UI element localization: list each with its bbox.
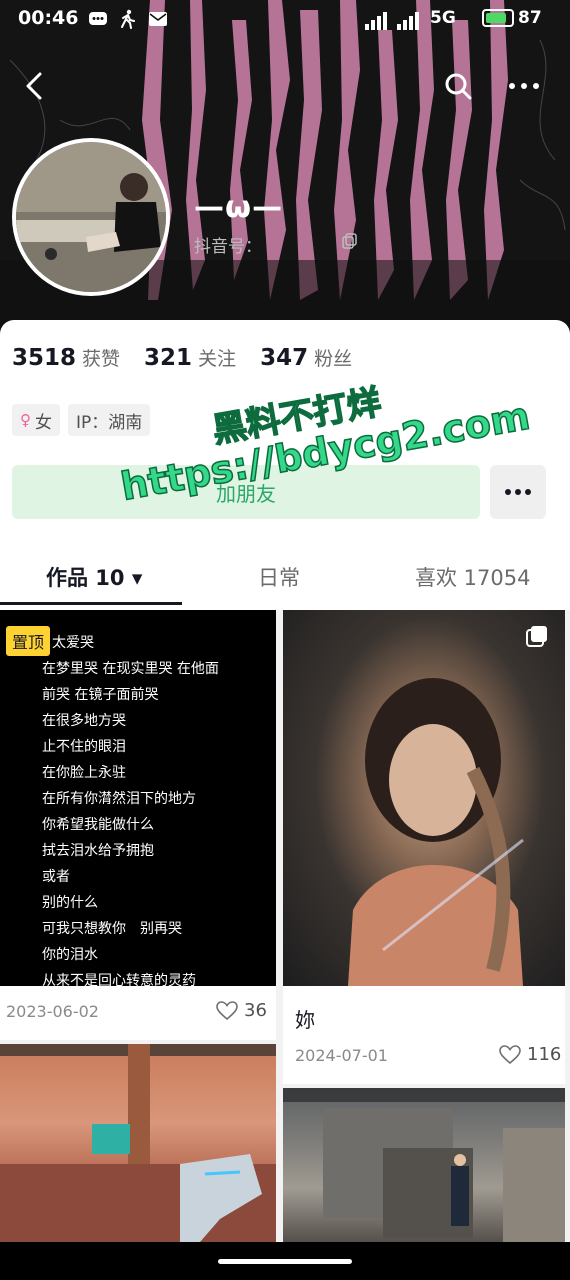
game-screenshot [283,1088,565,1242]
post-card[interactable] [0,1044,276,1242]
heart-icon [216,1000,238,1020]
heart-icon [499,1044,521,1064]
status-time: 00:46 [18,7,79,29]
multi-image-icon [526,626,547,647]
stat-following[interactable]: 321 关注 [144,344,236,371]
lyric-line: 从来不是回心转意的灵药 [42,973,196,989]
tab-daily[interactable]: 日常 [258,562,300,592]
lyric-line: 可我只想教你 别再哭 [42,921,182,937]
game-screenshot [0,1044,276,1242]
walking-icon [118,9,138,29]
avatar[interactable] [12,138,170,296]
avatar-photo [16,142,166,292]
status-bar: 00:46 5G 87 [0,0,570,40]
battery-icon [482,9,514,27]
more-dots-icon [505,489,531,495]
lyric-line: 或者 [42,869,70,885]
stat-label: 粉丝 [314,348,353,370]
stats-row: 3518 获赞 321 关注 347 粉丝 [12,344,376,371]
active-tab-indicator [0,602,182,605]
stat-likes[interactable]: 3518 获赞 [12,344,120,371]
stat-followers[interactable]: 347 粉丝 [260,344,352,371]
post-cover [283,610,565,986]
signal-icon [365,12,419,30]
lyric-line: 前哭 在镜子面前哭 [42,687,159,703]
search-icon [445,73,472,100]
posts-grid: 置顶 太爱哭 在梦里哭 在现实里哭 在他面 前哭 在镜子面前哭 在很多地方哭 止… [0,610,570,1242]
stat-label: 关注 [198,348,237,370]
post-date: 2023-06-02 [6,1002,99,1021]
system-nav-bar [0,1242,570,1280]
tab-liked[interactable]: 喜欢 17054 [415,562,530,592]
profile-header: 00:46 5G 87 —ω— 抖音号： [0,0,570,330]
lyric-line: 在你脸上永驻 [42,765,126,781]
lyric-line: 别的什么 [42,895,98,911]
battery-level: 87 [518,8,542,28]
lyric-line: 在梦里哭 在现实里哭 在他面 [42,661,219,677]
lyric-line: 太爱哭 [52,635,94,651]
stat-label: 获赞 [82,348,121,370]
lyric-line: 你的泪水 [42,947,98,963]
message-icon [88,9,108,29]
more-dots-icon [509,83,539,89]
post-lyrics: 太爱哭 在梦里哭 在现实里哭 在他面 前哭 在镜子面前哭 在很多地方哭 止不住的… [42,630,219,994]
post-date: 2024-07-01 [295,1046,388,1065]
likes-count: 36 [244,1000,267,1021]
tab-works[interactable]: 作品 10 ▾ [46,562,142,592]
post-cover [283,1088,565,1242]
portrait-photo [348,678,524,986]
status-icons [88,9,168,29]
post-card[interactable] [283,1088,565,1242]
post-card[interactable]: 妳 2024-07-01 116 [283,610,565,1084]
home-indicator[interactable] [218,1259,352,1264]
more-options-button[interactable] [504,68,544,104]
profile-more-button[interactable] [490,465,546,519]
profile-tabs: 作品 10 ▾ 日常 喜欢 17054 [0,554,570,606]
post-caption: 妳 [295,1008,315,1032]
lyric-line: 止不住的眼泪 [42,739,126,755]
gender-tag: ♀ 女 [12,404,60,436]
lyric-line: 拭去泪水给予拥抱 [42,843,154,859]
network-type: 5G [430,8,456,28]
douyin-id-label: 抖音号： [194,237,262,257]
lyric-line: 你希望我能做什么 [42,817,154,833]
post-card[interactable]: 置顶 太爱哭 在梦里哭 在现实里哭 在他面 前哭 在镜子面前哭 在很多地方哭 止… [0,610,276,1040]
likes-count: 116 [527,1044,562,1065]
post-likes[interactable]: 36 [216,1000,267,1021]
post-likes[interactable]: 116 [499,1044,561,1065]
stat-value: 347 [260,345,309,371]
female-icon: ♀ [20,411,31,429]
stat-value: 3518 [12,345,77,371]
lyric-line: 在很多地方哭 [42,713,126,729]
search-button[interactable] [440,68,476,104]
mail-icon [148,9,168,29]
lyric-line: 在所有你潸然泪下的地方 [42,791,196,807]
copy-icon[interactable] [342,233,358,249]
nickname: —ω— [194,190,284,225]
back-button[interactable] [18,68,54,104]
gender-label: 女 [35,412,52,433]
chevron-left-icon [26,72,42,100]
post-cover [0,1044,276,1242]
stat-value: 321 [144,345,193,371]
